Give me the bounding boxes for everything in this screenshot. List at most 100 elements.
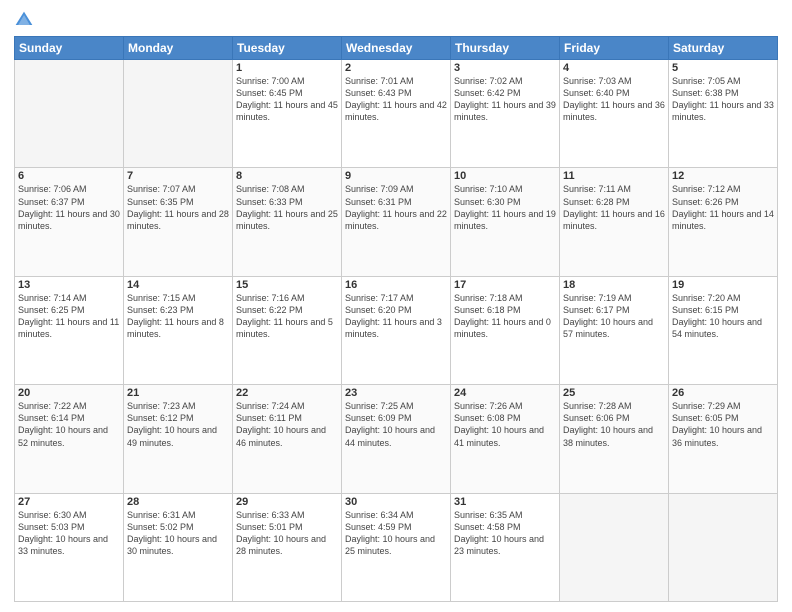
day-number: 21 <box>127 387 229 399</box>
day-number: 10 <box>454 170 556 182</box>
calendar-cell: 2Sunrise: 7:01 AMSunset: 6:43 PMDaylight… <box>342 60 451 168</box>
calendar-cell: 18Sunrise: 7:19 AMSunset: 6:17 PMDayligh… <box>560 276 669 384</box>
calendar-cell <box>124 60 233 168</box>
day-info: Sunrise: 7:17 AMSunset: 6:20 PMDaylight:… <box>345 292 447 341</box>
day-number: 7 <box>127 170 229 182</box>
header <box>14 10 778 30</box>
day-of-week-header: Thursday <box>451 37 560 60</box>
calendar-cell: 31Sunrise: 6:35 AMSunset: 4:58 PMDayligh… <box>451 493 560 601</box>
calendar-cell: 15Sunrise: 7:16 AMSunset: 6:22 PMDayligh… <box>233 276 342 384</box>
day-info: Sunrise: 7:26 AMSunset: 6:08 PMDaylight:… <box>454 400 556 449</box>
day-number: 2 <box>345 62 447 74</box>
calendar-cell: 12Sunrise: 7:12 AMSunset: 6:26 PMDayligh… <box>669 168 778 276</box>
day-of-week-header: Monday <box>124 37 233 60</box>
day-info: Sunrise: 7:05 AMSunset: 6:38 PMDaylight:… <box>672 75 774 124</box>
calendar-cell: 29Sunrise: 6:33 AMSunset: 5:01 PMDayligh… <box>233 493 342 601</box>
day-number: 17 <box>454 279 556 291</box>
day-number: 31 <box>454 496 556 508</box>
calendar-cell: 20Sunrise: 7:22 AMSunset: 6:14 PMDayligh… <box>15 385 124 493</box>
day-number: 24 <box>454 387 556 399</box>
day-info: Sunrise: 7:22 AMSunset: 6:14 PMDaylight:… <box>18 400 120 449</box>
calendar-cell: 24Sunrise: 7:26 AMSunset: 6:08 PMDayligh… <box>451 385 560 493</box>
calendar-cell: 16Sunrise: 7:17 AMSunset: 6:20 PMDayligh… <box>342 276 451 384</box>
day-info: Sunrise: 6:31 AMSunset: 5:02 PMDaylight:… <box>127 509 229 558</box>
calendar-cell: 30Sunrise: 6:34 AMSunset: 4:59 PMDayligh… <box>342 493 451 601</box>
calendar-cell: 19Sunrise: 7:20 AMSunset: 6:15 PMDayligh… <box>669 276 778 384</box>
day-number: 6 <box>18 170 120 182</box>
day-info: Sunrise: 7:10 AMSunset: 6:30 PMDaylight:… <box>454 183 556 232</box>
calendar-cell: 8Sunrise: 7:08 AMSunset: 6:33 PMDaylight… <box>233 168 342 276</box>
day-number: 1 <box>236 62 338 74</box>
day-number: 12 <box>672 170 774 182</box>
day-info: Sunrise: 7:03 AMSunset: 6:40 PMDaylight:… <box>563 75 665 124</box>
calendar-cell: 10Sunrise: 7:10 AMSunset: 6:30 PMDayligh… <box>451 168 560 276</box>
day-number: 30 <box>345 496 447 508</box>
day-of-week-header: Tuesday <box>233 37 342 60</box>
day-info: Sunrise: 6:30 AMSunset: 5:03 PMDaylight:… <box>18 509 120 558</box>
calendar-cell: 14Sunrise: 7:15 AMSunset: 6:23 PMDayligh… <box>124 276 233 384</box>
day-info: Sunrise: 6:35 AMSunset: 4:58 PMDaylight:… <box>454 509 556 558</box>
day-number: 13 <box>18 279 120 291</box>
day-info: Sunrise: 7:02 AMSunset: 6:42 PMDaylight:… <box>454 75 556 124</box>
day-number: 14 <box>127 279 229 291</box>
calendar-cell: 21Sunrise: 7:23 AMSunset: 6:12 PMDayligh… <box>124 385 233 493</box>
day-of-week-header: Wednesday <box>342 37 451 60</box>
calendar-cell: 5Sunrise: 7:05 AMSunset: 6:38 PMDaylight… <box>669 60 778 168</box>
calendar-cell: 1Sunrise: 7:00 AMSunset: 6:45 PMDaylight… <box>233 60 342 168</box>
day-info: Sunrise: 7:14 AMSunset: 6:25 PMDaylight:… <box>18 292 120 341</box>
day-number: 16 <box>345 279 447 291</box>
logo <box>14 10 36 30</box>
day-number: 26 <box>672 387 774 399</box>
day-info: Sunrise: 7:29 AMSunset: 6:05 PMDaylight:… <box>672 400 774 449</box>
calendar-cell <box>669 493 778 601</box>
calendar-cell: 23Sunrise: 7:25 AMSunset: 6:09 PMDayligh… <box>342 385 451 493</box>
day-info: Sunrise: 7:06 AMSunset: 6:37 PMDaylight:… <box>18 183 120 232</box>
calendar-cell: 25Sunrise: 7:28 AMSunset: 6:06 PMDayligh… <box>560 385 669 493</box>
day-number: 22 <box>236 387 338 399</box>
day-info: Sunrise: 7:09 AMSunset: 6:31 PMDaylight:… <box>345 183 447 232</box>
page: SundayMondayTuesdayWednesdayThursdayFrid… <box>0 0 792 612</box>
day-of-week-header: Saturday <box>669 37 778 60</box>
day-number: 11 <box>563 170 665 182</box>
day-info: Sunrise: 7:24 AMSunset: 6:11 PMDaylight:… <box>236 400 338 449</box>
calendar-cell <box>560 493 669 601</box>
day-number: 3 <box>454 62 556 74</box>
day-info: Sunrise: 7:12 AMSunset: 6:26 PMDaylight:… <box>672 183 774 232</box>
day-info: Sunrise: 7:11 AMSunset: 6:28 PMDaylight:… <box>563 183 665 232</box>
day-number: 23 <box>345 387 447 399</box>
day-info: Sunrise: 7:25 AMSunset: 6:09 PMDaylight:… <box>345 400 447 449</box>
day-number: 15 <box>236 279 338 291</box>
day-of-week-header: Sunday <box>15 37 124 60</box>
day-info: Sunrise: 7:23 AMSunset: 6:12 PMDaylight:… <box>127 400 229 449</box>
day-number: 5 <box>672 62 774 74</box>
day-info: Sunrise: 7:16 AMSunset: 6:22 PMDaylight:… <box>236 292 338 341</box>
calendar-cell: 27Sunrise: 6:30 AMSunset: 5:03 PMDayligh… <box>15 493 124 601</box>
calendar-cell: 7Sunrise: 7:07 AMSunset: 6:35 PMDaylight… <box>124 168 233 276</box>
day-number: 20 <box>18 387 120 399</box>
day-info: Sunrise: 7:19 AMSunset: 6:17 PMDaylight:… <box>563 292 665 341</box>
calendar-cell: 11Sunrise: 7:11 AMSunset: 6:28 PMDayligh… <box>560 168 669 276</box>
calendar-cell: 28Sunrise: 6:31 AMSunset: 5:02 PMDayligh… <box>124 493 233 601</box>
day-number: 27 <box>18 496 120 508</box>
day-info: Sunrise: 7:00 AMSunset: 6:45 PMDaylight:… <box>236 75 338 124</box>
day-info: Sunrise: 6:33 AMSunset: 5:01 PMDaylight:… <box>236 509 338 558</box>
calendar-cell: 6Sunrise: 7:06 AMSunset: 6:37 PMDaylight… <box>15 168 124 276</box>
calendar-cell: 17Sunrise: 7:18 AMSunset: 6:18 PMDayligh… <box>451 276 560 384</box>
calendar-cell: 22Sunrise: 7:24 AMSunset: 6:11 PMDayligh… <box>233 385 342 493</box>
day-number: 8 <box>236 170 338 182</box>
day-info: Sunrise: 6:34 AMSunset: 4:59 PMDaylight:… <box>345 509 447 558</box>
day-number: 29 <box>236 496 338 508</box>
day-info: Sunrise: 7:15 AMSunset: 6:23 PMDaylight:… <box>127 292 229 341</box>
day-info: Sunrise: 7:07 AMSunset: 6:35 PMDaylight:… <box>127 183 229 232</box>
day-of-week-header: Friday <box>560 37 669 60</box>
calendar-cell: 13Sunrise: 7:14 AMSunset: 6:25 PMDayligh… <box>15 276 124 384</box>
day-number: 18 <box>563 279 665 291</box>
day-info: Sunrise: 7:20 AMSunset: 6:15 PMDaylight:… <box>672 292 774 341</box>
calendar-cell: 26Sunrise: 7:29 AMSunset: 6:05 PMDayligh… <box>669 385 778 493</box>
day-info: Sunrise: 7:01 AMSunset: 6:43 PMDaylight:… <box>345 75 447 124</box>
calendar-cell: 9Sunrise: 7:09 AMSunset: 6:31 PMDaylight… <box>342 168 451 276</box>
day-number: 25 <box>563 387 665 399</box>
logo-icon <box>14 10 34 30</box>
calendar-cell: 4Sunrise: 7:03 AMSunset: 6:40 PMDaylight… <box>560 60 669 168</box>
day-number: 28 <box>127 496 229 508</box>
